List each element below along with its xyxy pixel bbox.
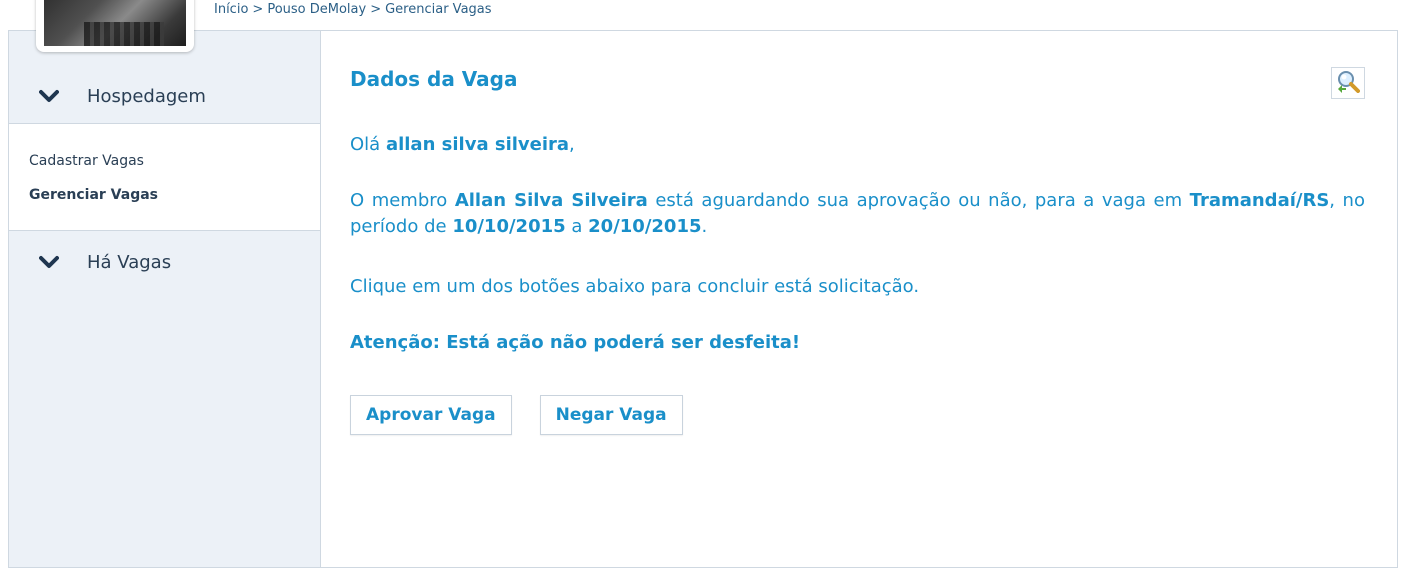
message-text: está aguardando sua aprovação ou não, pa…	[655, 190, 1183, 211]
avatar-photo	[44, 0, 186, 46]
search-button[interactable]	[1331, 67, 1365, 99]
sidebar-section-label: Hospedagem	[87, 85, 206, 107]
avatar[interactable]	[36, 0, 194, 52]
page-frame: Hospedagem Cadastrar Vagas Gerenciar Vag…	[8, 30, 1398, 568]
instruction-text: Clique em um dos botões abaixo para conc…	[350, 276, 920, 297]
chevron-down-icon	[39, 89, 59, 103]
main-content: Dados da Vaga Olá allan silva silveira, …	[350, 31, 1365, 567]
message-text: O membro	[350, 190, 448, 211]
deny-button[interactable]: Negar Vaga	[539, 395, 683, 435]
action-buttons: Aprovar Vaga Negar Vaga	[350, 395, 683, 435]
greeting-suffix: ,	[569, 134, 575, 155]
breadcrumb-home[interactable]: Início	[214, 2, 248, 17]
warning-text: Atenção: Está ação não poderá ser desfei…	[350, 332, 801, 353]
breadcrumb: Início > Pouso DeMolay > Gerenciar Vagas	[214, 2, 492, 17]
sidebar: Hospedagem Cadastrar Vagas Gerenciar Vag…	[9, 31, 321, 567]
chevron-down-icon	[39, 255, 59, 269]
sidebar-section-ha-vagas[interactable]: Há Vagas	[9, 239, 320, 285]
request-message: O membro Allan Silva Silveira está aguar…	[350, 188, 1365, 240]
date-to: 20/10/2015	[588, 216, 702, 237]
breadcrumb-separator: >	[252, 2, 264, 17]
page-title: Dados da Vaga	[350, 67, 518, 91]
greeting-user: allan silva silveira	[385, 134, 570, 155]
breadcrumb-pouso[interactable]: Pouso DeMolay	[267, 2, 366, 17]
message-text: .	[701, 216, 708, 237]
breadcrumb-current: Gerenciar Vagas	[385, 2, 492, 17]
sidebar-section-label: Há Vagas	[87, 251, 172, 273]
magnifier-icon	[1336, 69, 1360, 97]
sidebar-item-gerenciar-vagas[interactable]: Gerenciar Vagas	[29, 178, 320, 212]
date-from: 10/10/2015	[452, 216, 566, 237]
vacancy-location: Tramandaí/RS	[1189, 190, 1330, 211]
member-name: Allan Silva Silveira	[454, 190, 648, 211]
approve-button[interactable]: Aprovar Vaga	[350, 395, 512, 435]
message-text: a	[571, 216, 583, 237]
sidebar-section-hospedagem[interactable]: Hospedagem	[9, 73, 320, 119]
greeting-prefix: Olá	[350, 134, 381, 155]
greeting: Olá allan silva silveira,	[350, 132, 1365, 158]
sidebar-submenu: Cadastrar Vagas Gerenciar Vagas	[9, 123, 320, 231]
sidebar-item-cadastrar-vagas[interactable]: Cadastrar Vagas	[29, 144, 320, 178]
breadcrumb-separator: >	[370, 2, 382, 17]
